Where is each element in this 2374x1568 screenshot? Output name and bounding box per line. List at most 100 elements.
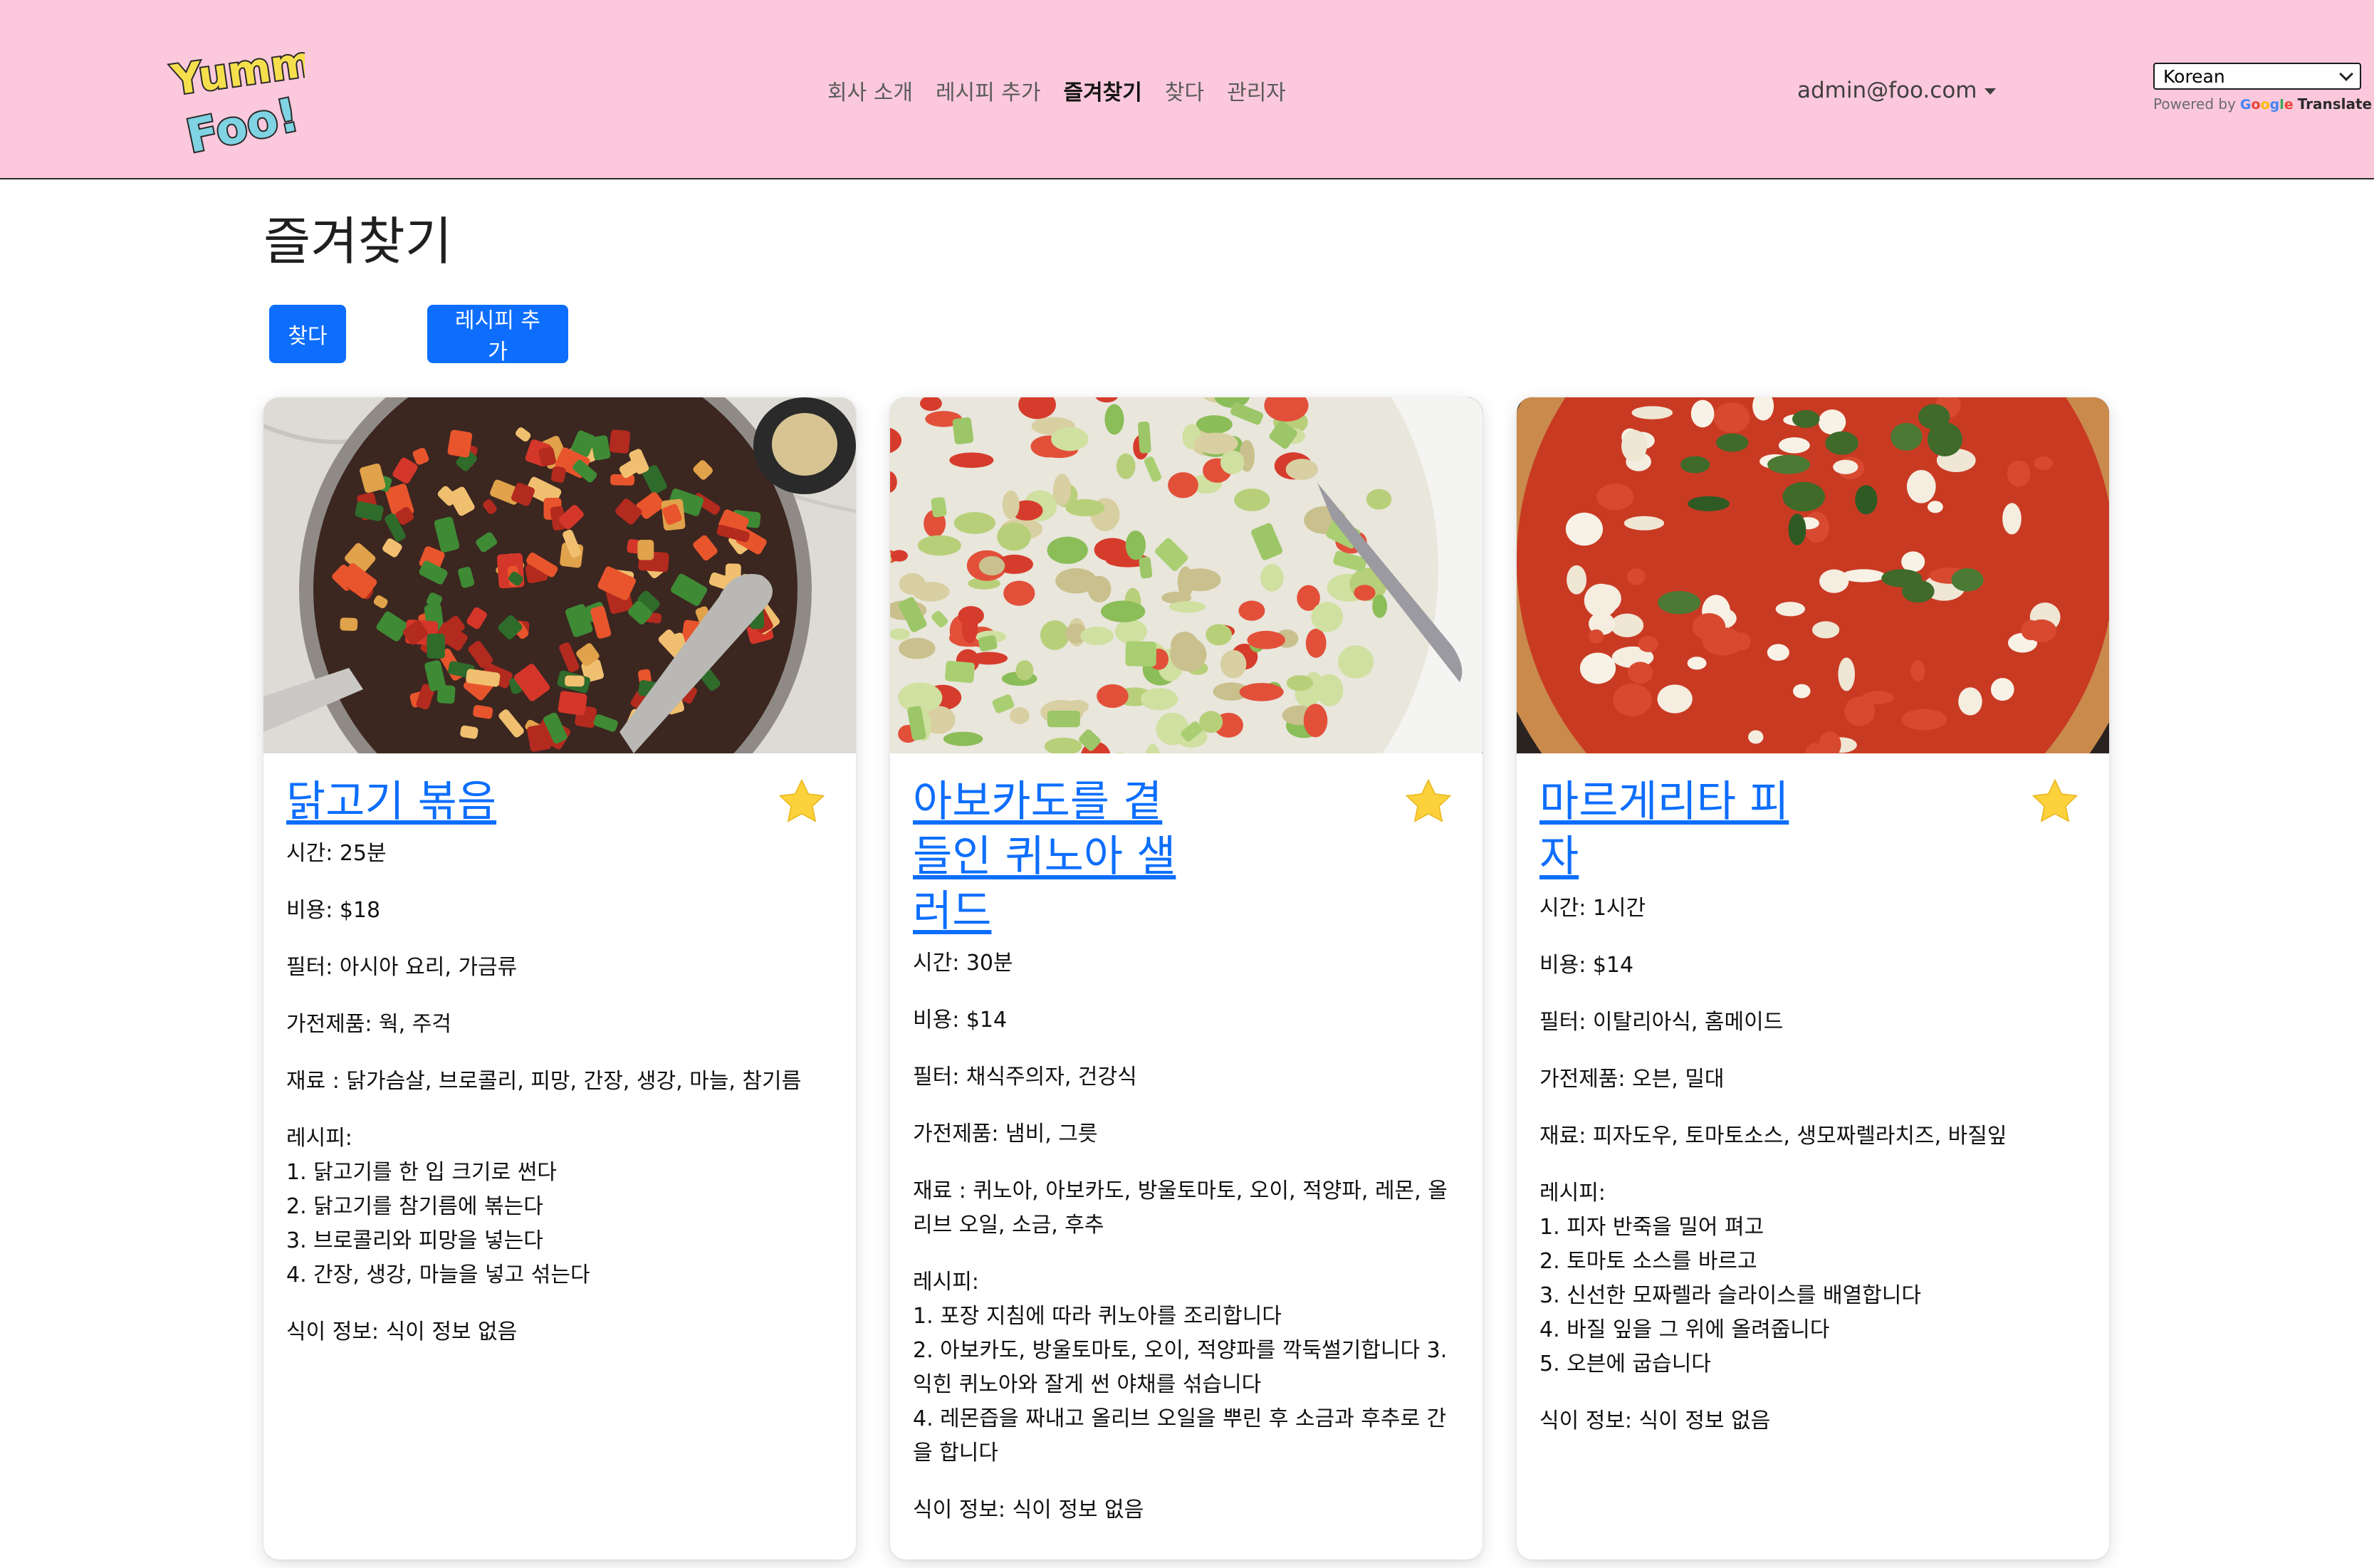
- recipe-time: 시간: 1시간: [1539, 896, 1646, 921]
- google-logo[interactable]: Google: [2240, 95, 2294, 113]
- nav-link-about[interactable]: 회사 소개: [827, 75, 913, 106]
- food-texture: [1680, 456, 1710, 474]
- recipe-step: 5. 오븐에 굽습니다: [1539, 1352, 1711, 1376]
- recipe-diet-info: 식이 정보: 식이 정보 없음: [286, 1319, 518, 1344]
- food-texture: [1951, 568, 1984, 592]
- main-nav: 회사 소개 레시피 추가 즐겨찾기 찾다 관리자: [827, 74, 1286, 107]
- food-texture: [447, 429, 473, 458]
- food-texture: [1015, 660, 1034, 681]
- food-texture: [1621, 429, 1647, 462]
- recipe-steps-label: 레시피:: [1539, 1181, 1606, 1206]
- yummy-foo-logo[interactable]: Yummy Foo!: [165, 36, 305, 154]
- food-texture: [1047, 710, 1080, 728]
- food-texture: [1901, 580, 1935, 603]
- google-letter: g: [2269, 97, 2280, 113]
- nav-link-admin[interactable]: 관리자: [1227, 75, 1286, 106]
- recipe-step: 3. 신선한 모짜렐라 슬라이스를 배열합니다: [1539, 1283, 1921, 1308]
- chevron-down-icon: [2339, 67, 2353, 81]
- food-texture: [1137, 421, 1151, 454]
- food-texture: [1596, 484, 1634, 511]
- food-texture: [610, 474, 635, 486]
- food-texture: [1220, 649, 1247, 679]
- food-texture: [1610, 613, 1644, 637]
- food-texture: [1788, 513, 1806, 545]
- recipe-title-link[interactable]: 마르게리타 피자: [1539, 775, 1824, 884]
- food-texture: [1010, 707, 1030, 724]
- food-texture: [558, 691, 587, 716]
- food-texture: [1778, 437, 1810, 454]
- recipe-steps-label: 레시피:: [286, 1126, 352, 1151]
- add-recipe-button[interactable]: 레시피 추가: [427, 305, 568, 365]
- food-texture: [1891, 422, 1923, 451]
- food-texture: [1354, 585, 1376, 601]
- search-button[interactable]: 찾다: [269, 305, 346, 363]
- recipe-filter: 필터: 아시아 요리, 가금류: [286, 955, 518, 980]
- food-texture: [899, 573, 926, 595]
- food-texture: [1613, 684, 1652, 716]
- food-texture: [1286, 675, 1313, 691]
- food-texture: [890, 550, 908, 562]
- food-texture: [1338, 645, 1374, 679]
- food-texture: [1958, 687, 1982, 716]
- nav-link-favorites[interactable]: 즐겨찾기: [1063, 75, 1141, 106]
- recipe-card: 아보카도를 곁들인 퀴노아 샐러드 시간: 30분 비용: $14 필터: 채식…: [890, 397, 1483, 1559]
- food-texture: [1782, 481, 1825, 512]
- food-texture: [1040, 620, 1070, 650]
- favorite-star-icon[interactable]: [2029, 776, 2081, 827]
- food-texture: [340, 617, 358, 631]
- food-texture: [1104, 404, 1124, 435]
- food-texture: [1372, 594, 1387, 618]
- food-texture: [1170, 637, 1207, 671]
- food-texture: [1260, 564, 1284, 592]
- recipe-card-body: 마르게리타 피자 시간: 1시간 비용: $14 필터: 이탈리아식, 홈메이드…: [1517, 753, 2109, 1460]
- food-texture: [1838, 657, 1855, 691]
- recipe-image: [1517, 397, 2109, 753]
- food-texture: [1589, 629, 1604, 644]
- food-texture: [1793, 684, 1811, 699]
- food-texture: [1811, 621, 1840, 639]
- food-texture: [1901, 709, 1947, 731]
- nav-link-search[interactable]: 찾다: [1165, 75, 1204, 106]
- food-texture: [1168, 601, 1206, 613]
- food-texture: [1234, 488, 1270, 511]
- food-texture: [1687, 657, 1707, 670]
- food-texture: [1199, 711, 1223, 733]
- food-texture: [1065, 498, 1105, 517]
- food-texture: [1101, 600, 1146, 622]
- food-texture: [1565, 512, 1604, 546]
- food-texture: [2002, 503, 2022, 535]
- food-texture: [2007, 460, 2031, 487]
- nav-link-add-recipe[interactable]: 레시피 추가: [936, 75, 1041, 106]
- food-texture: [1125, 641, 1157, 667]
- google-letter: o: [2251, 97, 2261, 113]
- food-texture: [952, 417, 974, 445]
- food-texture: [1690, 399, 1715, 428]
- food-texture: [1567, 565, 1587, 595]
- navbar: Yummy Foo! 회사 소개 레시피 추가 즐겨찾기 찾다 관리자 admi…: [0, 0, 2374, 179]
- user-dropdown[interactable]: admin@foo.com: [1797, 74, 1996, 107]
- language-select[interactable]: Korean: [2153, 63, 2361, 90]
- recipe-ingredients: 재료 : 닭가슴살, 브로콜리, 피망, 간장, 생강, 마늘, 참기름: [286, 1069, 802, 1094]
- recipe-title-link[interactable]: 닭고기 볶음: [286, 775, 728, 830]
- food-texture: [1748, 730, 1764, 744]
- favorite-star-icon[interactable]: [776, 776, 827, 827]
- food-texture: [1047, 536, 1088, 564]
- food-texture: [1114, 620, 1147, 644]
- food-texture: [1861, 691, 1895, 705]
- recipe-image: [890, 397, 1483, 753]
- food-texture: [1193, 432, 1238, 454]
- recipe-image: [263, 397, 856, 753]
- recipe-title-link[interactable]: 아보카도를 곁들인 퀴노아 샐러드: [913, 775, 1198, 939]
- food-texture: [1097, 684, 1129, 709]
- recipe-card: 마르게리타 피자 시간: 1시간 비용: $14 필터: 이탈리아식, 홈메이드…: [1517, 397, 2109, 1559]
- food-texture: [1825, 431, 1858, 455]
- language-select-value: Korean: [2163, 66, 2225, 87]
- food-texture: [1792, 409, 1820, 429]
- food-texture: [1928, 501, 1943, 513]
- food-texture: [1990, 678, 2014, 701]
- food-texture: [899, 637, 936, 659]
- food-texture: [1623, 516, 1665, 530]
- recipe-ingredients: 재료 : 퀴노아, 아보카도, 방울토마토, 오이, 적양파, 레몬, 올리브 …: [913, 1178, 1448, 1238]
- recipe-step: 3. 브로콜리와 피망을 넣는다: [286, 1228, 543, 1253]
- favorite-star-icon[interactable]: [1403, 776, 1454, 827]
